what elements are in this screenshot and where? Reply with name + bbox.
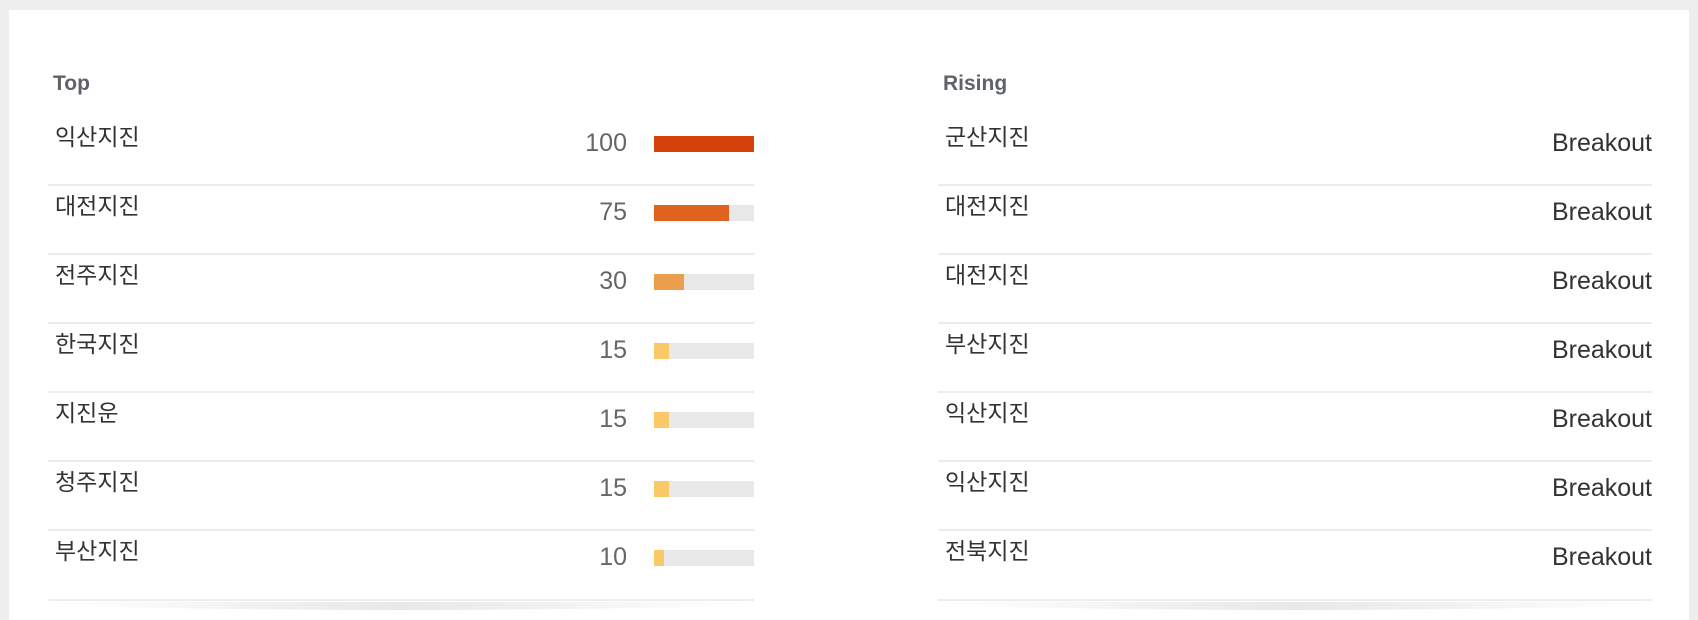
- query-label: 청주지진: [55, 470, 140, 496]
- list-bottom-shadow: [48, 602, 754, 610]
- query-label: 군산지진: [945, 125, 1030, 151]
- query-label: 대전지진: [55, 194, 140, 220]
- rising-query-row[interactable]: 익산지진 Breakout: [938, 462, 1652, 531]
- value-bar-fill: [654, 481, 669, 497]
- rising-query-row[interactable]: 전북지진 Breakout: [938, 531, 1652, 601]
- value-bar-track: [654, 205, 754, 221]
- value-bar-fill: [654, 343, 669, 359]
- breakout-status: Breakout: [1551, 543, 1652, 571]
- value-bar-fill: [654, 205, 729, 221]
- value-bar-fill: [654, 274, 684, 290]
- top-query-row[interactable]: 한국지진 15: [48, 324, 754, 393]
- query-label: 부산지진: [55, 539, 140, 565]
- rising-query-row[interactable]: 부산지진 Breakout: [938, 324, 1652, 393]
- top-query-row[interactable]: 대전지진 75: [48, 186, 754, 255]
- query-value: 75: [599, 198, 627, 226]
- breakout-status: Breakout: [1551, 129, 1652, 157]
- top-query-row[interactable]: 부산지진 10: [48, 531, 754, 601]
- rising-section-title: Rising: [943, 72, 1008, 95]
- rising-query-row[interactable]: 군산지진 Breakout: [938, 117, 1652, 186]
- value-bar-track: [654, 412, 754, 428]
- query-label: 익산지진: [945, 470, 1030, 496]
- query-label: 익산지진: [945, 401, 1030, 427]
- value-bar-fill: [654, 136, 754, 152]
- query-label: 대전지진: [945, 263, 1030, 289]
- breakout-status: Breakout: [1551, 405, 1652, 433]
- value-bar-track: [654, 550, 754, 566]
- query-value: 15: [599, 405, 627, 433]
- top-query-row[interactable]: 전주지진 30: [48, 255, 754, 324]
- value-bar-track: [654, 136, 754, 152]
- query-label: 익산지진: [55, 125, 140, 151]
- query-value: 30: [599, 267, 627, 295]
- query-label: 지진운: [55, 401, 119, 427]
- breakout-status: Breakout: [1551, 198, 1652, 226]
- top-query-list: 익산지진 100 대전지진 75 전주지진 30 한국지진 15 지진운 15 …: [48, 117, 754, 601]
- value-bar-fill: [654, 550, 664, 566]
- query-value: 10: [599, 543, 627, 571]
- query-value: 100: [585, 129, 627, 157]
- query-label: 전주지진: [55, 263, 140, 289]
- value-bar-track: [654, 481, 754, 497]
- query-label: 부산지진: [945, 332, 1030, 358]
- rising-query-row[interactable]: 대전지진 Breakout: [938, 186, 1652, 255]
- rising-query-row[interactable]: 대전지진 Breakout: [938, 255, 1652, 324]
- top-query-row[interactable]: 청주지진 15: [48, 462, 754, 531]
- query-label: 한국지진: [55, 332, 140, 358]
- value-bar-track: [654, 274, 754, 290]
- value-bar-track: [654, 343, 754, 359]
- value-bar-fill: [654, 412, 669, 428]
- breakout-status: Breakout: [1551, 267, 1652, 295]
- rising-query-row[interactable]: 익산지진 Breakout: [938, 393, 1652, 462]
- breakout-status: Breakout: [1551, 474, 1652, 502]
- top-query-row[interactable]: 익산지진 100: [48, 117, 754, 186]
- query-label: 전북지진: [945, 539, 1030, 565]
- query-value: 15: [599, 336, 627, 364]
- top-section-title: Top: [53, 72, 90, 95]
- related-queries-card: Top 익산지진 100 대전지진 75 전주지진 30 한국지진 15 지진운…: [9, 10, 1689, 620]
- top-query-row[interactable]: 지진운 15: [48, 393, 754, 462]
- rising-query-list: 군산지진 Breakout 대전지진 Breakout 대전지진 Breakou…: [938, 117, 1652, 601]
- breakout-status: Breakout: [1551, 336, 1652, 364]
- query-label: 대전지진: [945, 194, 1030, 220]
- query-value: 15: [599, 474, 627, 502]
- list-bottom-shadow: [938, 602, 1652, 610]
